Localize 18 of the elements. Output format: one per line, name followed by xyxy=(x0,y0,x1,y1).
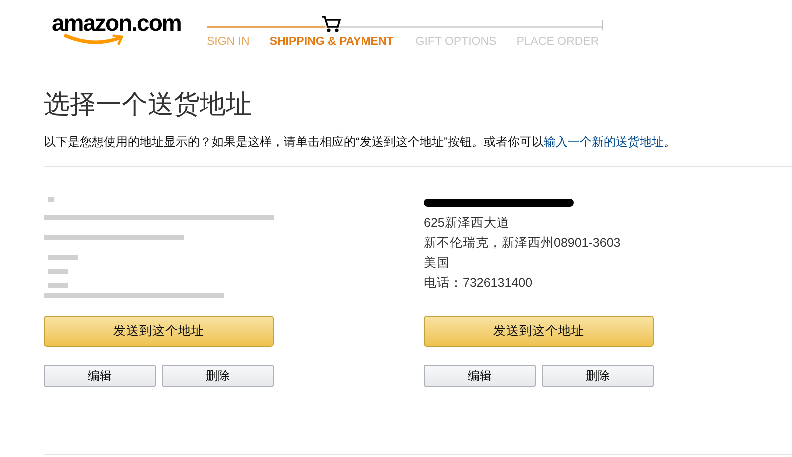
edit-button[interactable]: 编辑 xyxy=(44,365,156,387)
edit-button[interactable]: 编辑 xyxy=(424,365,536,387)
intro-text: 以下是您想使用的地址显示的？如果是这样，请单击相应的“发送到这个地址”按钮。或者你可以输入一个新的送货地址。 xyxy=(44,134,677,151)
new-address-link[interactable]: 输入一个新的送货地址 xyxy=(544,135,664,149)
ship-to-address-button[interactable]: 发送到这个地址 xyxy=(424,316,654,347)
delete-button[interactable]: 删除 xyxy=(542,365,654,387)
delete-button[interactable]: 删除 xyxy=(162,365,274,387)
cart-icon xyxy=(321,16,341,33)
page-title: 选择一个送货地址 xyxy=(44,88,253,120)
address-line: 625新泽西大道 xyxy=(424,215,511,232)
smile-arrow-icon xyxy=(64,34,126,46)
checkout-step: SHIPPING & PAYMENT xyxy=(270,34,394,52)
logo-text[interactable]: amazon.com xyxy=(52,10,207,36)
address-line: 新不伦瑞克，新泽西州08901-3603 xyxy=(424,235,622,252)
ship-to-address-button[interactable]: 发送到这个地址 xyxy=(44,316,274,347)
checkout-step: SIGN IN xyxy=(207,34,250,52)
address-line: 美国 xyxy=(424,255,451,272)
address-line: 电话：7326131400 xyxy=(424,275,534,292)
